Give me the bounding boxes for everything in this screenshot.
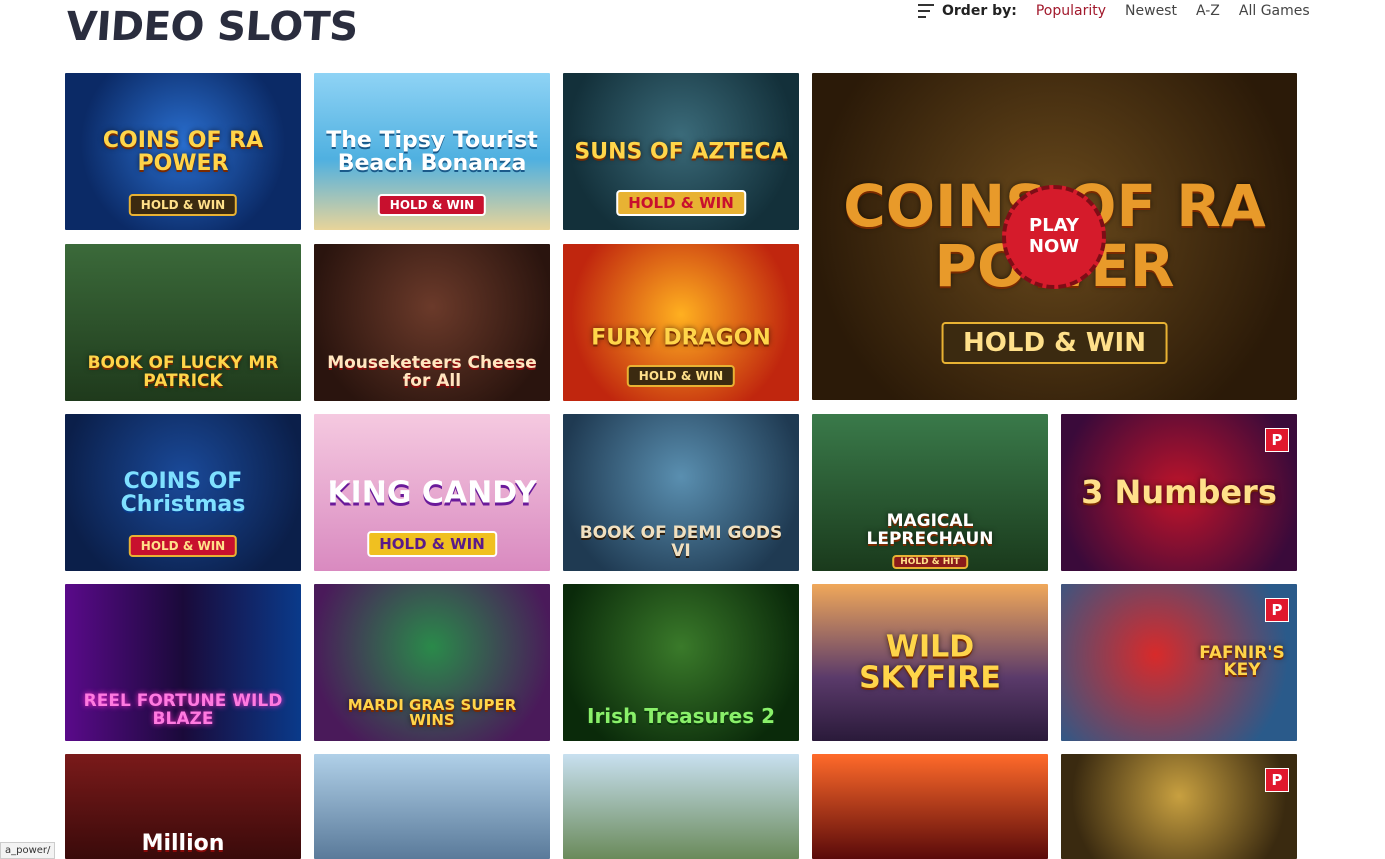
game-title: FURY DRAGON: [591, 325, 771, 351]
game-tile-cobra[interactable]: [812, 754, 1048, 859]
game-title: COINS OF Christmas: [120, 468, 246, 517]
game-title: COINS OF RA POWER: [102, 127, 264, 176]
game-title: SUNS OF AZTECA: [574, 138, 788, 164]
game-tile-coins-of-ra-power[interactable]: COINS OF RA POWER HOLD & WIN: [65, 73, 301, 230]
game-tile-mardi-gras-super-wins[interactable]: MARDI GRAS SUPER WINS: [314, 584, 550, 741]
game-title: BOOK OF DEMI GODS VI: [579, 523, 783, 562]
game-tile-fury-dragon[interactable]: FURY DRAGON HOLD & WIN: [563, 244, 799, 401]
game-tile-book-of-lucky-mr-patrick[interactable]: BOOK OF LUCKY MR PATRICK: [65, 244, 301, 401]
game-title: 3 Numbers: [1081, 472, 1277, 511]
page-title: VIDEO SLOTS: [64, 4, 360, 50]
game-subtitle: HOLD & WIN: [377, 194, 487, 216]
game-tile-snow-leopard[interactable]: [314, 754, 550, 859]
game-tile-magical-leprechaun[interactable]: MAGICAL LEPRECHAUN HOLD & HIT: [812, 414, 1048, 571]
game-subtitle: HOLD & WIN: [616, 190, 746, 216]
game-tile-book-of-demi-gods-vi[interactable]: BOOK OF DEMI GODS VI: [563, 414, 799, 571]
game-title: Irish Treasures 2: [587, 704, 775, 728]
game-title: REEL FORTUNE WILD BLAZE: [83, 691, 283, 730]
order-by-bar: Order by: Popularity Newest A-Z All Game…: [918, 3, 1310, 19]
sort-newest-link[interactable]: Newest: [1125, 3, 1177, 19]
sort-a-z-link[interactable]: A-Z: [1196, 3, 1220, 19]
game-subtitle: HOLD & WIN: [128, 194, 238, 216]
game-tile-coins-of-christmas[interactable]: COINS OF Christmas HOLD & WIN: [65, 414, 301, 571]
game-title: MARDI GRAS SUPER WINS: [347, 695, 517, 730]
game-tile-tipsy-tourist[interactable]: The Tipsy Tourist Beach Bonanza HOLD & W…: [314, 73, 550, 230]
game-tile-bison[interactable]: [563, 754, 799, 859]
game-tile-reel-fortune-wild-blaze[interactable]: REEL FORTUNE WILD BLAZE: [65, 584, 301, 741]
provider-badge-icon: P: [1265, 428, 1289, 452]
provider-badge-icon: P: [1265, 598, 1289, 622]
play-now-button[interactable]: PLAY NOW: [1002, 185, 1106, 289]
order-by-label: Order by:: [942, 3, 1017, 19]
game-title: Mouseketeers Cheese for All: [327, 353, 537, 392]
game-title: MAGICAL LEPRECHAUN: [866, 511, 994, 550]
game-title: FAFNIR'S KEY: [1199, 642, 1285, 681]
sort-icon: [918, 4, 934, 18]
featured-game-tile[interactable]: COINS OF RA POWER HOLD & WIN PLAY NOW: [812, 73, 1297, 400]
game-title: Million: [141, 830, 225, 856]
game-tile-fafnirs-key[interactable]: FAFNIR'S KEY P: [1061, 584, 1297, 741]
game-title: KING CANDY: [327, 474, 537, 510]
game-tile-suns-of-azteca[interactable]: SUNS OF AZTECA HOLD & WIN: [563, 73, 799, 230]
game-subtitle: HOLD & WIN: [367, 531, 497, 557]
game-subtitle: HOLD & WIN: [128, 535, 238, 557]
provider-badge-icon: P: [1265, 768, 1289, 792]
game-tile-3-numbers[interactable]: 3 Numbers P: [1061, 414, 1297, 571]
game-tile-million[interactable]: Million: [65, 754, 301, 859]
game-tile-wild-skyfire[interactable]: WILD SKYFIRE: [812, 584, 1048, 741]
game-tile-mouseketeers[interactable]: Mouseketeers Cheese for All: [314, 244, 550, 401]
sort-all-games-link[interactable]: All Games: [1239, 3, 1310, 19]
status-bar-url: a_power/: [0, 842, 56, 859]
game-subtitle: HOLD & HIT: [892, 555, 968, 569]
game-tile-irish-treasures-2[interactable]: Irish Treasures 2: [563, 584, 799, 741]
game-title: WILD SKYFIRE: [859, 629, 1001, 696]
sort-popularity-link[interactable]: Popularity: [1036, 3, 1106, 19]
game-tile-explorer[interactable]: P: [1061, 754, 1297, 859]
game-title: The Tipsy Tourist Beach Bonanza: [326, 127, 538, 176]
game-tile-king-candy[interactable]: KING CANDY HOLD & WIN: [314, 414, 550, 571]
game-title: BOOK OF LUCKY MR PATRICK: [87, 353, 279, 392]
featured-subtitle: HOLD & WIN: [941, 322, 1168, 364]
game-subtitle: HOLD & WIN: [626, 365, 736, 387]
